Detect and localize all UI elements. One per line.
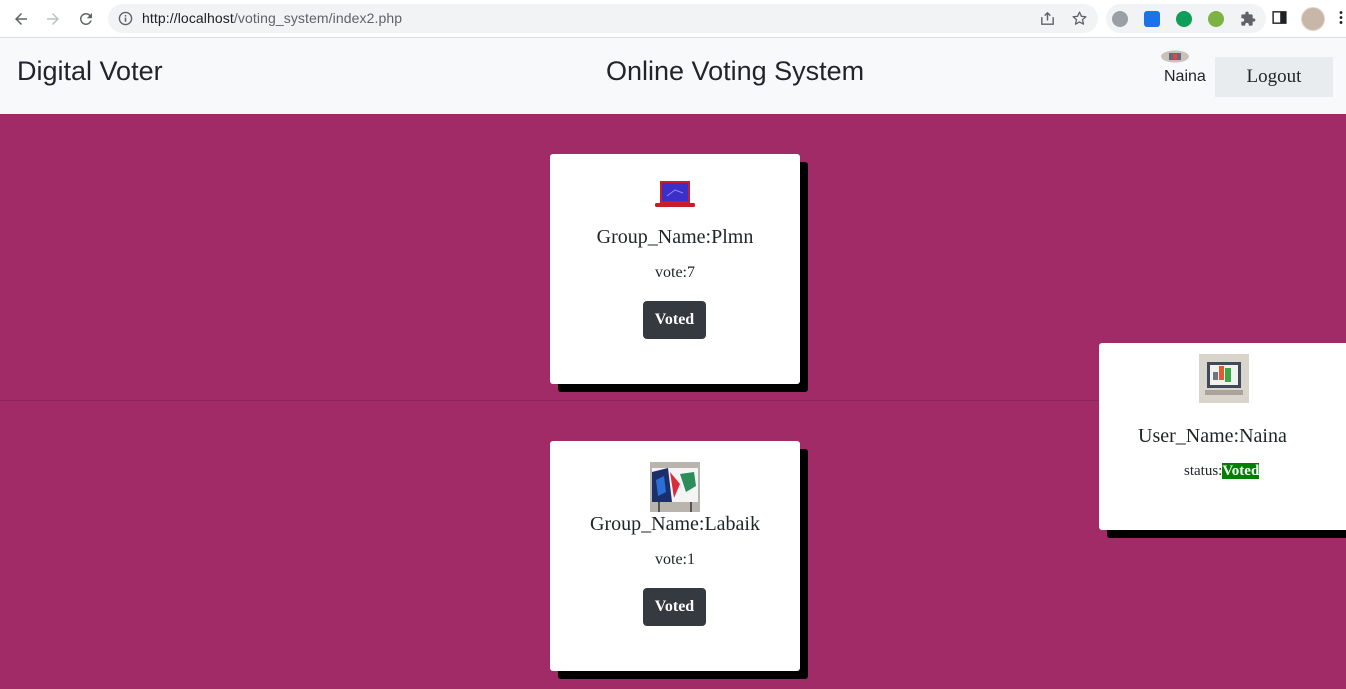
group-logo-laptop-icon [655,181,695,207]
extension-1-icon[interactable] [1112,11,1128,27]
user-status: status:Voted [1184,463,1260,480]
extensions-area [1106,4,1266,33]
arrow-right-icon [47,13,59,25]
user-profile-card: User_Name:Naina status:Voted [1099,343,1346,530]
group-name-label: Group_Name: [596,226,712,248]
voted-button[interactable]: Voted [643,301,706,339]
user-name-label: User_Name: [1138,425,1240,447]
back-button[interactable] [8,6,34,32]
vote-label: vote: [655,551,687,568]
group-card: Group_Name:Plmn vote:7 Voted [550,154,800,384]
address-bar[interactable]: http://localhost/voting_system/index2.ph… [108,4,1098,33]
vote-count: vote:1 [550,551,800,569]
profile-avatar-icon[interactable] [1301,7,1325,31]
browser-toolbar: http://localhost/voting_system/index2.ph… [0,0,1346,38]
url-path: /voting_system/index2.php [233,10,403,26]
brand-logo-text[interactable]: Digital Voter [17,56,163,87]
vote-count: vote:7 [550,264,800,282]
group-name-value: Plmn [711,226,754,248]
group-name-label: Group_Name: [590,513,705,535]
extension-2-icon[interactable] [1144,11,1160,27]
group-card: Group_Name:Labaik vote:1 Voted [550,441,800,671]
app-navbar: Digital Voter Online Voting System Naina… [0,38,1346,114]
status-label: status: [1184,463,1223,479]
user-name-label: Naina [1164,68,1206,85]
extension-3-icon[interactable] [1176,11,1192,27]
info-icon[interactable] [118,11,133,26]
share-icon[interactable] [1039,10,1056,27]
page-title: Online Voting System [606,56,865,86]
extension-4-icon[interactable] [1208,11,1224,27]
logout-button[interactable]: Logout [1215,57,1333,97]
forward-button[interactable] [40,6,66,32]
reload-button[interactable] [73,6,99,32]
user-photo [1199,354,1249,403]
bookmark-star-icon[interactable] [1071,10,1088,27]
group-logo-billboard-icon [650,462,700,512]
puzzle-icon[interactable] [1240,11,1256,27]
more-menu-icon[interactable] [1338,9,1344,26]
user-name-value: Naina [1239,425,1287,447]
side-panel-icon[interactable] [1271,9,1288,26]
vote-label: vote: [655,264,687,281]
group-name: Group_Name:Plmn [550,226,800,249]
url-host: http://localhost [142,10,234,26]
group-name-value: Labaik [704,513,760,535]
group-name: Group_Name:Labaik [550,513,800,536]
user-avatar [1161,50,1189,63]
voted-button[interactable]: Voted [643,588,706,626]
arrow-left-icon [15,13,27,25]
vote-value: 1 [687,551,695,568]
reload-icon [79,12,92,25]
url-text: http://localhost/voting_system/index2.ph… [142,10,402,26]
status-badge: Voted [1222,463,1260,479]
user-name: User_Name:Naina [1138,425,1287,448]
vote-value: 7 [687,264,695,281]
